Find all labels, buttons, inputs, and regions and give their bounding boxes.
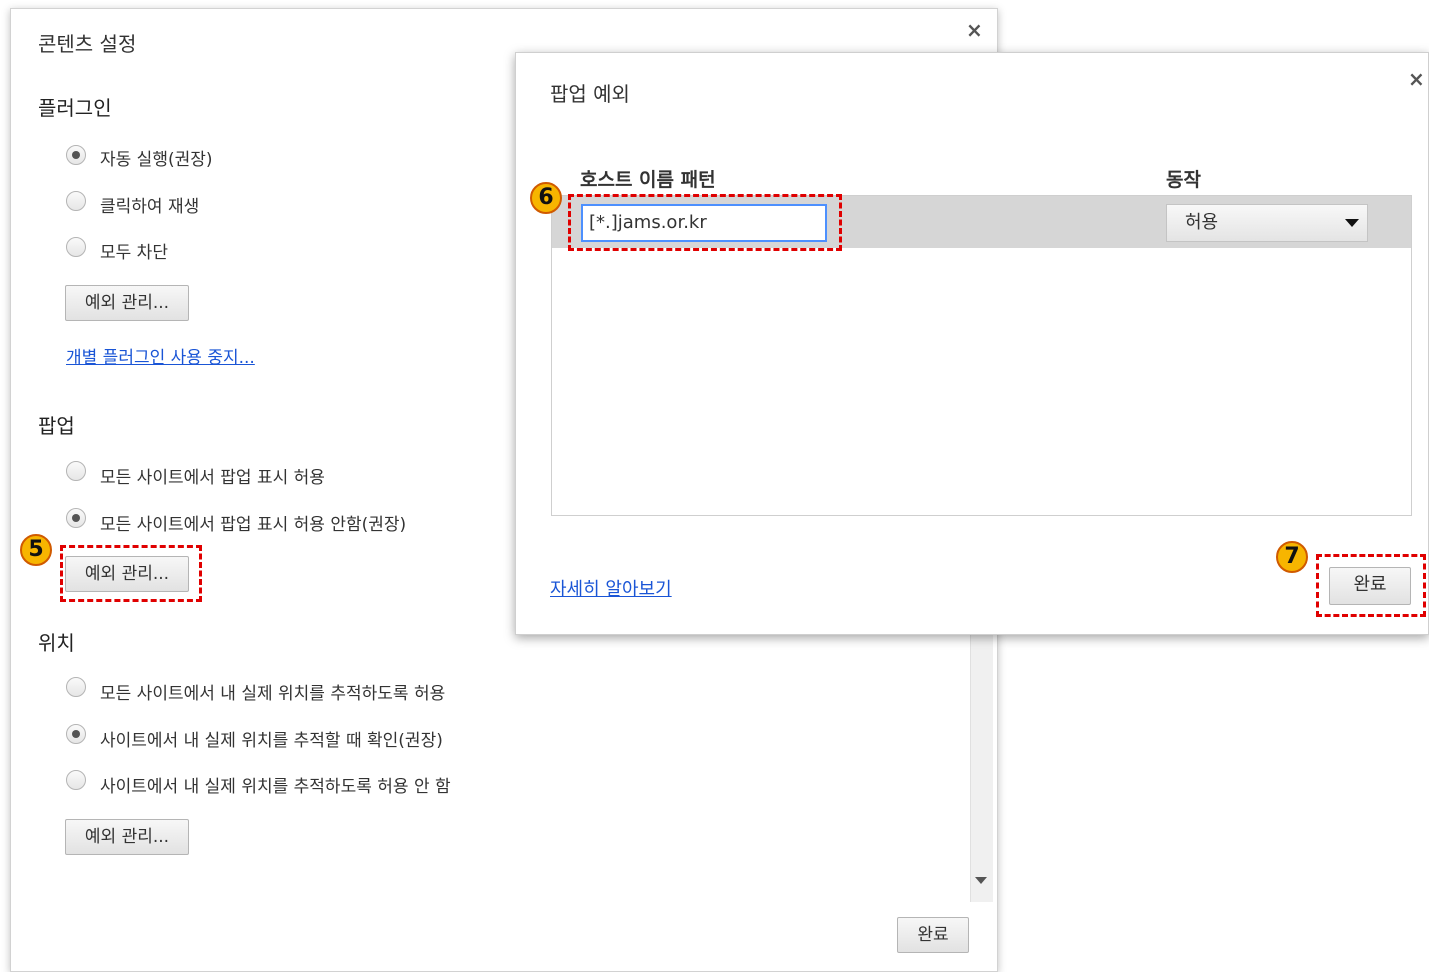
highlight-box-step5 [60,545,202,602]
popups-section-title: 팝업 [38,414,75,438]
radio-label: 사이트에서 내 실제 위치를 추적할 때 확인(권장) [100,731,443,751]
disable-plugins-link[interactable]: 개별 플러그인 사용 중지... [66,343,255,368]
radio-label: 모든 사이트에서 팝업 표시 허용 [100,468,325,488]
radio-label: 클릭하여 재생 [100,197,200,217]
column-header-host: 호스트 이름 패턴 [580,169,716,191]
chevron-down-icon [1345,219,1359,227]
scroll-down-arrow-icon[interactable] [975,877,987,884]
action-select[interactable]: 허용 [1166,204,1368,242]
dialog-title: 콘텐츠 설정 [38,32,137,56]
action-select-value: 허용 [1185,212,1219,233]
radio-label: 자동 실행(권장) [100,150,213,170]
location-manage-exceptions-button[interactable]: 예외 관리... [65,819,189,855]
close-icon[interactable]: × [966,18,983,42]
radio-label: 모든 사이트에서 내 실제 위치를 추적하도록 허용 [100,684,446,704]
close-icon[interactable]: × [1408,67,1425,91]
popup-exceptions-title: 팝업 예외 [550,82,630,106]
highlight-box-step7 [1316,554,1426,617]
plugins-manage-exceptions-button[interactable]: 예외 관리... [65,285,189,321]
radio-popups-block[interactable] [66,508,86,528]
location-section-title: 위치 [38,631,75,655]
column-header-action: 동작 [1166,169,1201,191]
radio-location-ask[interactable] [66,724,86,744]
radio-plugins-block[interactable] [66,237,86,257]
radio-plugins-auto[interactable] [66,145,86,165]
radio-label: 사이트에서 내 실제 위치를 추적하도록 허용 안 함 [100,777,451,797]
radio-location-allow[interactable] [66,677,86,697]
radio-plugins-click[interactable] [66,191,86,211]
radio-label: 모두 차단 [100,243,168,263]
radio-popups-allow[interactable] [66,461,86,481]
plugins-section-title: 플러그인 [38,96,112,120]
step-badge-5: 5 [20,534,52,566]
radio-location-block[interactable] [66,770,86,790]
scrollbar[interactable] [970,600,993,902]
radio-label: 모든 사이트에서 팝업 표시 허용 안함(권장) [100,515,407,535]
step-badge-6: 6 [530,182,562,214]
step-badge-7: 7 [1276,541,1308,573]
done-button[interactable]: 완료 [897,917,969,953]
highlight-box-step6 [568,194,842,251]
learn-more-link[interactable]: 자세히 알아보기 [550,575,672,601]
